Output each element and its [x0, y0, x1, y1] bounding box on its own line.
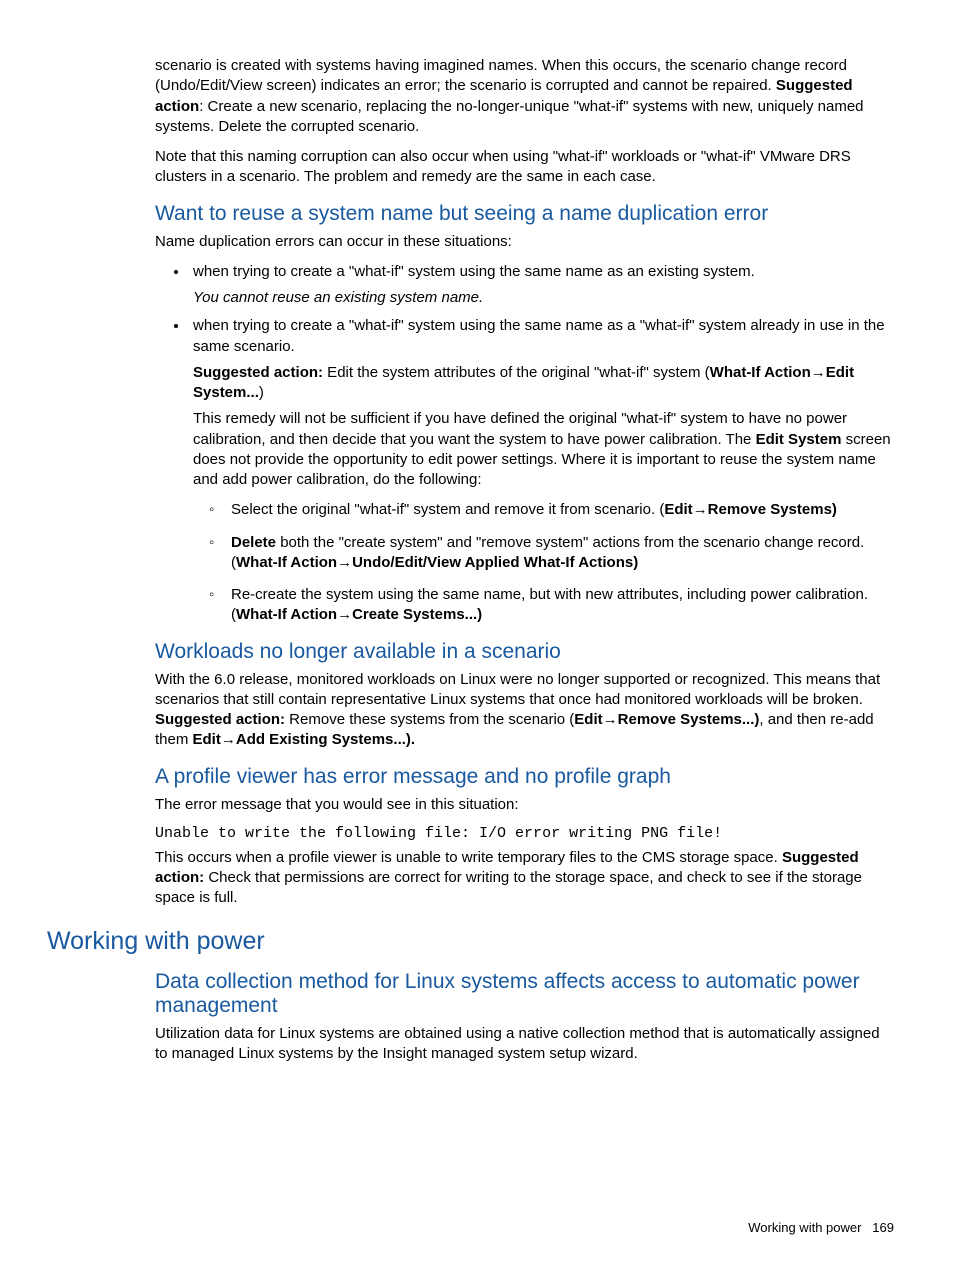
- situation-list: when trying to create a "what-if" system…: [155, 262, 894, 626]
- menu-path: Undo/Edit/View Applied What-If Actions): [352, 554, 638, 571]
- error-explanation: This occurs when a profile viewer is una…: [155, 848, 894, 909]
- workloads-paragraph: With the 6.0 release, monitored workload…: [155, 670, 894, 751]
- error-intro: The error message that you would see in …: [155, 795, 894, 815]
- menu-path: Edit: [574, 711, 602, 728]
- section-heading-profile-viewer: A profile viewer has error message and n…: [155, 765, 894, 789]
- suggested-action-label: Suggested action:: [155, 711, 285, 728]
- list-item: when trying to create a "what-if" system…: [189, 316, 894, 625]
- text: Edit the system attributes of the origin…: [323, 364, 710, 381]
- arrow-icon: →: [337, 554, 352, 571]
- list-item: when trying to create a "what-if" system…: [189, 262, 894, 309]
- text: This remedy will not be sufficient if yo…: [193, 410, 847, 447]
- suggested-action-block: Suggested action: Edit the system attrib…: [193, 363, 894, 404]
- text: when trying to create a "what-if" system…: [193, 263, 755, 280]
- arrow-icon: →: [811, 364, 826, 381]
- menu-path: What-If Action: [710, 364, 811, 381]
- remedy-paragraph: This remedy will not be sufficient if yo…: [193, 409, 894, 490]
- steps-list: Select the original "what-if" system and…: [193, 500, 894, 625]
- text: : Create a new scenario, replacing the n…: [155, 98, 864, 135]
- page-number: 169: [872, 1220, 894, 1235]
- arrow-icon: →: [221, 731, 236, 748]
- menu-path: Edit: [664, 501, 692, 518]
- chapter-heading-power: Working with power: [47, 927, 894, 956]
- page-footer: Working with power 169: [748, 1220, 894, 1235]
- menu-path: Create Systems...): [352, 606, 482, 623]
- arrow-icon: →: [337, 606, 352, 623]
- menu-path: What-If Action: [236, 606, 337, 623]
- list-item: Re-create the system using the same name…: [227, 585, 894, 626]
- text: when trying to create a "what-if" system…: [193, 317, 885, 354]
- section-heading-data-collection: Data collection method for Linux systems…: [155, 970, 894, 1018]
- intro-paragraph-1: scenario is created with systems having …: [155, 56, 894, 137]
- arrow-icon: →: [693, 501, 708, 518]
- section-heading-reuse-name: Want to reuse a system name but seeing a…: [155, 202, 894, 226]
- menu-path: Add Existing Systems...).: [236, 731, 415, 748]
- text: With the 6.0 release, monitored workload…: [155, 671, 880, 708]
- footer-section-label: Working with power: [748, 1220, 861, 1235]
- text: Check that permissions are correct for w…: [155, 869, 862, 906]
- text: scenario is created with systems having …: [155, 57, 847, 94]
- section-lead: Name duplication errors can occur in the…: [155, 232, 894, 252]
- section-heading-workloads: Workloads no longer available in a scena…: [155, 640, 894, 664]
- suggested-action-label: Suggested action:: [193, 364, 323, 381]
- menu-path: Remove Systems...): [618, 711, 760, 728]
- text: ): [259, 384, 264, 401]
- menu-path: Remove Systems): [708, 501, 837, 518]
- action-name: Delete: [231, 534, 276, 551]
- error-message-code: Unable to write the following file: I/O …: [155, 825, 894, 842]
- screen-name: Edit System: [756, 431, 842, 448]
- text: Remove these systems from the scenario (: [285, 711, 574, 728]
- menu-path: What-If Action: [236, 554, 337, 571]
- arrow-icon: →: [603, 711, 618, 728]
- data-collection-paragraph: Utilization data for Linux systems are o…: [155, 1024, 894, 1065]
- note-text: You cannot reuse an existing system name…: [193, 288, 894, 308]
- text: This occurs when a profile viewer is una…: [155, 849, 782, 866]
- document-page: scenario is created with systems having …: [0, 0, 954, 1271]
- list-item: Select the original "what-if" system and…: [227, 500, 894, 520]
- text: Select the original "what-if" system and…: [231, 501, 664, 518]
- list-item: Delete both the "create system" and "rem…: [227, 533, 894, 574]
- menu-path: Edit: [193, 731, 221, 748]
- intro-paragraph-2: Note that this naming corruption can als…: [155, 147, 894, 188]
